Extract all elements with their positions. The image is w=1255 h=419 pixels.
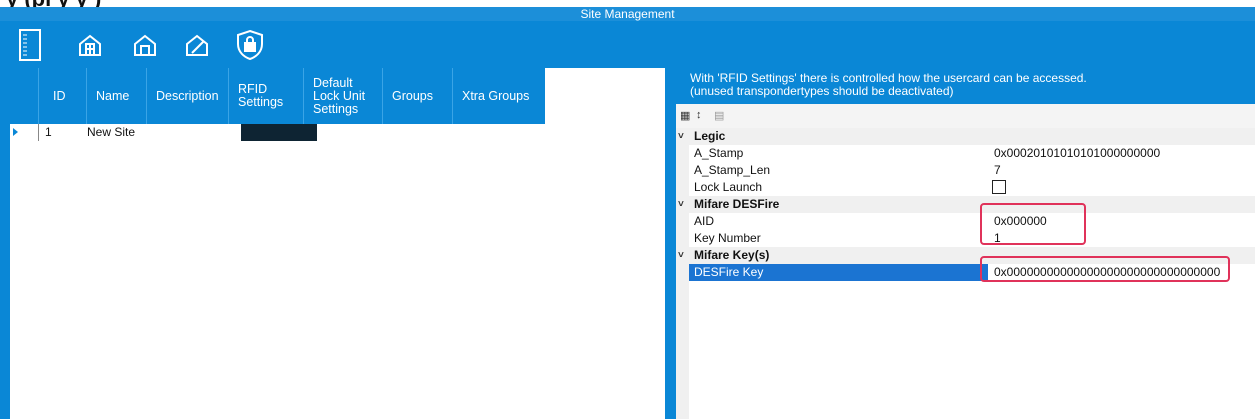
current-row-arrow-icon [13, 128, 18, 136]
alphabetical-sort-icon[interactable]: ↕ [696, 109, 702, 121]
splitter[interactable] [665, 68, 676, 419]
column-header-description[interactable]: Description [147, 68, 229, 124]
row-indicator[interactable] [10, 124, 39, 141]
category-mifare-desfire[interactable]: ˅ Mifare DESFire [676, 196, 1255, 213]
property-row[interactable]: Key Number 1 [676, 230, 1255, 247]
building-icon[interactable] [72, 21, 108, 68]
column-header-groups[interactable]: Groups [383, 68, 453, 124]
property-row[interactable]: Lock Launch [676, 179, 1255, 196]
highlight-box-aid-key-number [980, 203, 1086, 245]
house-icon[interactable] [127, 21, 163, 68]
column-header-id[interactable]: ID [39, 68, 87, 124]
collapse-chevron-icon[interactable]: ˅ [678, 247, 684, 264]
house-edit-icon[interactable] [179, 21, 215, 68]
property-row[interactable]: A_Stamp_Len 7 [676, 162, 1255, 179]
left-frame [0, 68, 10, 419]
document-icon[interactable] [10, 21, 50, 68]
property-row[interactable]: AID 0x000000 [676, 213, 1255, 230]
selected-property-name[interactable]: DESFire Key [689, 264, 988, 281]
property-row[interactable]: A_Stamp 0x00020101010101000000000 [676, 145, 1255, 162]
table-row[interactable]: 1 New Site [10, 124, 665, 141]
top-strip: y (pl y y ) [0, 0, 1255, 11]
collapse-chevron-icon[interactable]: ˅ [678, 196, 684, 213]
categorized-icon[interactable]: ▦ [680, 109, 690, 122]
shield-lock-icon[interactable] [230, 21, 270, 68]
column-header-name[interactable]: Name [87, 68, 147, 124]
row-selector-header[interactable] [10, 68, 39, 124]
description-line-2: (unused transpondertypes should be deact… [690, 84, 954, 98]
highlight-box-desfire-key [980, 256, 1230, 282]
toolbar [0, 21, 1255, 68]
cell-name[interactable]: New Site [87, 124, 135, 141]
collapse-chevron-icon[interactable]: ˅ [678, 128, 684, 145]
cell-id[interactable]: 1 [45, 124, 52, 141]
column-header-rfid-settings[interactable]: RFID Settings [229, 68, 304, 124]
grid-header: ID Name Description RFID Settings Defaul… [10, 68, 545, 124]
lock-launch-checkbox[interactable] [992, 180, 1006, 194]
property-description: With 'RFID Settings' there is controlled… [676, 68, 1255, 104]
column-header-xtra-groups[interactable]: Xtra Groups [453, 68, 545, 124]
category-legic[interactable]: ˅ Legic [676, 128, 1255, 145]
column-header-default-lock-unit-settings[interactable]: Default Lock Unit Settings [304, 68, 383, 124]
cell-rfid-settings-selected[interactable] [241, 124, 317, 141]
window-title: Site Management [0, 7, 1255, 21]
property-grid-toolbar: ▦ ↕ ▤ [676, 104, 1255, 128]
property-pages-icon[interactable]: ▤ [714, 109, 724, 122]
